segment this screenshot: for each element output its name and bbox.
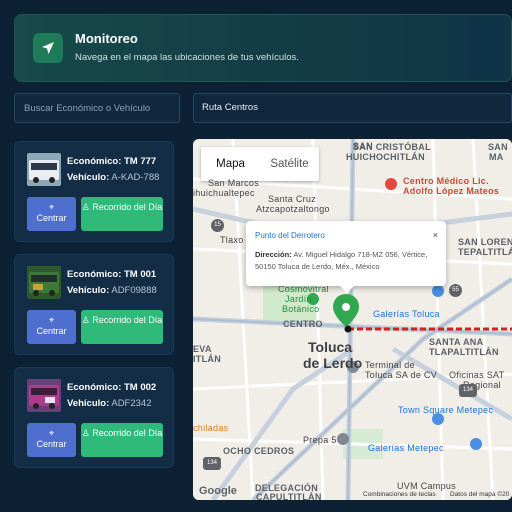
vehicle-economic-label: Económico: TM 001 (67, 269, 157, 280)
map-label: Oficinas SAT (449, 370, 505, 380)
navigation-arrow-icon (33, 33, 63, 63)
vehicle-thumbnail (27, 266, 61, 299)
map-label: EVA (193, 344, 212, 354)
map-label: Toluca (308, 339, 353, 355)
map-label: SAN CRISTÓBAL (353, 142, 431, 152)
vehicle-plate: Vehículo: ADF09888 (67, 285, 157, 296)
map-label: Atzcapotzaltongo (256, 204, 330, 214)
page-subtitle: Navega en el mapa las ubicaciones de tus… (75, 52, 299, 63)
info-window: Punto del Derrotero × Dirección: Av. Mig… (246, 221, 446, 293)
map-label: UVM Campus (397, 481, 457, 491)
map-label: Toluca SA de CV (365, 370, 438, 380)
crosshair-icon: ⌖ (48, 315, 55, 325)
search-input[interactable] (14, 93, 180, 123)
route-of-day-button[interactable]: ♙ Recorrido del Día (81, 310, 163, 344)
tab-satellite[interactable]: Satélite (260, 147, 319, 181)
road-shield: 15 (211, 219, 224, 232)
map-label: SANTA ANA (429, 337, 484, 347)
info-window-title: Punto del Derrotero (255, 231, 325, 240)
map-label: TLAPALTITLÁN (429, 347, 499, 357)
center-button[interactable]: ⌖ Centrar (27, 197, 76, 231)
route-select[interactable]: Ruta Centros (193, 93, 512, 123)
road-shield: 134 (203, 457, 221, 470)
tab-map[interactable]: Mapa (201, 147, 260, 181)
google-logo: Google (199, 485, 237, 497)
map-type-toggle: Mapa Satélite (201, 147, 319, 181)
person-icon: ♙ (81, 315, 90, 325)
vehicle-economic-label: Económico: TM 777 (67, 156, 157, 167)
vehicle-economic-label: Económico: TM 002 (67, 382, 157, 393)
map-label: Adolfo López Mateos (403, 186, 500, 196)
road-shield: 55 (449, 284, 462, 297)
map-label: Galerías Metepec (368, 443, 444, 453)
map-label: SAN (488, 142, 508, 152)
map-label: Jardín (285, 294, 312, 304)
map-label: Terminal de (365, 360, 415, 370)
road-shield: 134 (459, 384, 477, 397)
vehicle-card: Económico: TM 001 Vehículo: ADF09888 ⌖ Ce… (14, 254, 174, 355)
vehicle-thumbnail (27, 379, 61, 412)
map-label: Tlaxo (220, 235, 244, 245)
map-label: de Lerdo (303, 355, 363, 371)
crosshair-icon: ⌖ (48, 428, 55, 438)
map-label: Prepa 5 (303, 435, 337, 445)
map-label: MA (489, 152, 504, 162)
map-label: Galerías Toluca (373, 309, 440, 319)
map-label: ITLÁN (193, 354, 221, 364)
map-label: SAN LORENZO (458, 237, 512, 247)
close-icon[interactable]: × (433, 230, 438, 240)
keyboard-shortcuts-link[interactable]: Combinaciones de teclas (363, 491, 436, 498)
map-view[interactable]: Mapa Satélite SAN SAN CRISTÓBAL HUICHOCH… (193, 139, 512, 500)
vehicle-plate: Vehículo: ADF2342 (67, 398, 152, 409)
vehicle-card: Económico: TM 002 Vehículo: ADF2342 ⌖ Cen… (14, 367, 174, 468)
center-button[interactable]: ⌖ Centrar (27, 423, 76, 457)
map-label: Santa Cruz (268, 194, 317, 204)
route-of-day-button[interactable]: ♙ Recorrido del Día (81, 423, 163, 457)
map-label: OCHO CEDROS (223, 446, 295, 456)
map-data-attribution[interactable]: Datos del mapa ©20 (450, 491, 509, 498)
map-label: San Marcos (208, 178, 260, 188)
map-label: ihuichualtepec (193, 188, 255, 198)
map-label: CENTRO (283, 319, 323, 329)
map-label: HUICHOCHITLÁN (346, 152, 425, 162)
vehicle-plate: Vehículo: A-KAD-788 (67, 172, 160, 183)
vehicle-card: Económico: TM 777 Vehículo: A-KAD-788 ⌖ C… (14, 141, 174, 242)
route-of-day-button[interactable]: ♙ Recorrido del Día (81, 197, 163, 231)
map-label: CAPULTITLÁN (256, 492, 322, 500)
map-label: TEPALTITLÁN (458, 247, 512, 257)
person-icon: ♙ (81, 428, 90, 438)
map-label: Botánico (282, 304, 320, 314)
map-label: chiladas (193, 423, 229, 433)
page-title: Monitoreo (75, 31, 138, 46)
person-icon: ♙ (81, 202, 90, 212)
crosshair-icon: ⌖ (48, 202, 55, 212)
map-label: Town Square Metepec (398, 405, 494, 415)
page-header: Monitoreo Navega en el mapa las ubicacio… (14, 14, 512, 82)
map-label: Centro Médico Lic. (403, 176, 489, 186)
info-window-address: Dirección: Av. Miguel Hidalgo 718-MZ 056… (255, 250, 428, 271)
vehicle-thumbnail (27, 153, 61, 186)
center-button[interactable]: ⌖ Centrar (27, 310, 76, 344)
